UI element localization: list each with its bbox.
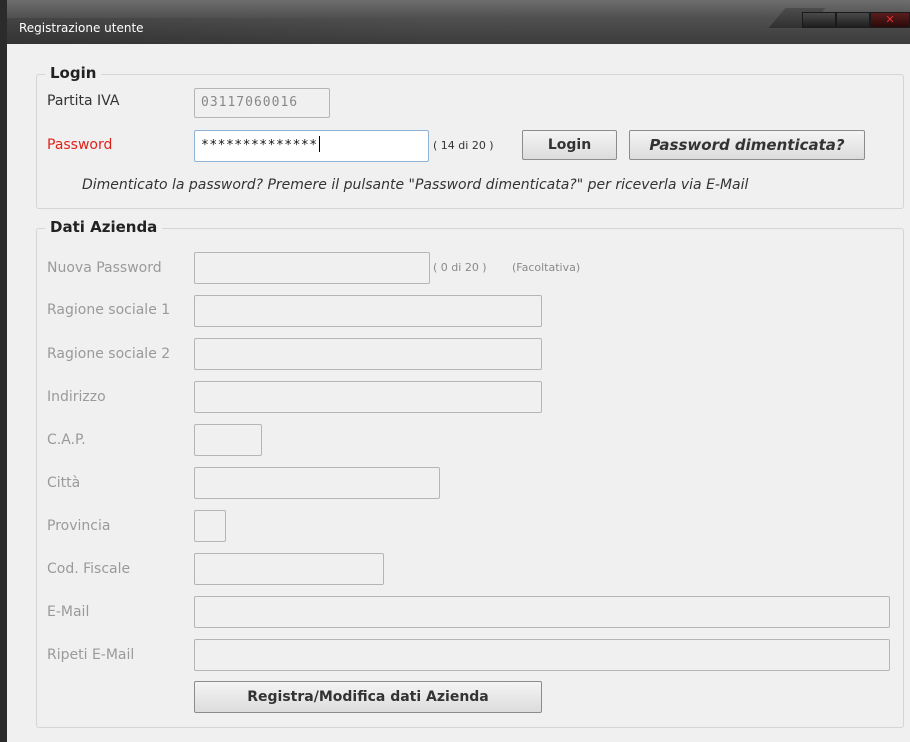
- ragione-sociale-1-label: Ragione sociale 1: [47, 302, 171, 318]
- email-field[interactable]: [194, 596, 890, 628]
- nuova-password-field[interactable]: [194, 252, 430, 284]
- ragione-sociale-2-field[interactable]: [194, 338, 542, 370]
- cod-fiscale-label: Cod. Fiscale: [47, 561, 131, 577]
- login-button[interactable]: Login: [522, 130, 617, 160]
- login-legend: Login: [45, 64, 102, 82]
- registration-window: Registrazione utente ✕ Login Partita IVA…: [0, 0, 910, 742]
- ripeti-email-label: Ripeti E-Mail: [47, 647, 135, 663]
- cod-fiscale-field[interactable]: [194, 553, 384, 585]
- dati-azienda-legend: Dati Azienda: [45, 218, 163, 236]
- window-title: Registrazione utente: [19, 21, 144, 35]
- password-field[interactable]: **************: [194, 130, 429, 162]
- citta-field[interactable]: [194, 467, 440, 499]
- nuova-password-note: (Facoltativa): [512, 261, 581, 274]
- nuova-password-counter: ( 0 di 20 ): [433, 261, 487, 274]
- password-label: Password: [47, 137, 113, 153]
- nuova-password-label: Nuova Password: [47, 260, 162, 276]
- password-value-text: **************: [201, 138, 318, 153]
- cap-field[interactable]: [194, 424, 262, 456]
- title-bar[interactable]: Registrazione utente ✕: [7, 0, 910, 44]
- email-label: E-Mail: [47, 604, 90, 620]
- registra-modifica-button[interactable]: Registra/Modifica dati Azienda: [194, 681, 542, 713]
- partita-iva-field[interactable]: 03117060016: [194, 88, 330, 118]
- close-icon[interactable]: ✕: [870, 12, 910, 28]
- provincia-label: Provincia: [47, 518, 111, 534]
- indirizzo-label: Indirizzo: [47, 389, 106, 405]
- indirizzo-field[interactable]: [194, 381, 542, 413]
- text-caret: [318, 136, 320, 152]
- password-counter: ( 14 di 20 ): [433, 139, 494, 152]
- client-area: Login Partita IVA 03117060016 Password *…: [14, 44, 910, 742]
- ragione-sociale-2-label: Ragione sociale 2: [47, 346, 171, 362]
- cap-label: C.A.P.: [47, 432, 86, 448]
- password-value: **************: [201, 136, 320, 153]
- partita-iva-label: Partita IVA: [47, 93, 120, 109]
- minimize-icon[interactable]: [802, 12, 836, 28]
- provincia-field[interactable]: [194, 510, 226, 542]
- forgot-password-button[interactable]: Password dimenticata?: [629, 130, 865, 160]
- ripeti-email-field[interactable]: [194, 639, 890, 671]
- citta-label: Città: [47, 475, 81, 491]
- forgot-password-hint: Dimenticato la password? Premere il puls…: [82, 177, 749, 193]
- ragione-sociale-1-field[interactable]: [194, 295, 542, 327]
- partita-iva-value: 03117060016: [201, 95, 299, 110]
- maximize-icon[interactable]: [836, 12, 870, 28]
